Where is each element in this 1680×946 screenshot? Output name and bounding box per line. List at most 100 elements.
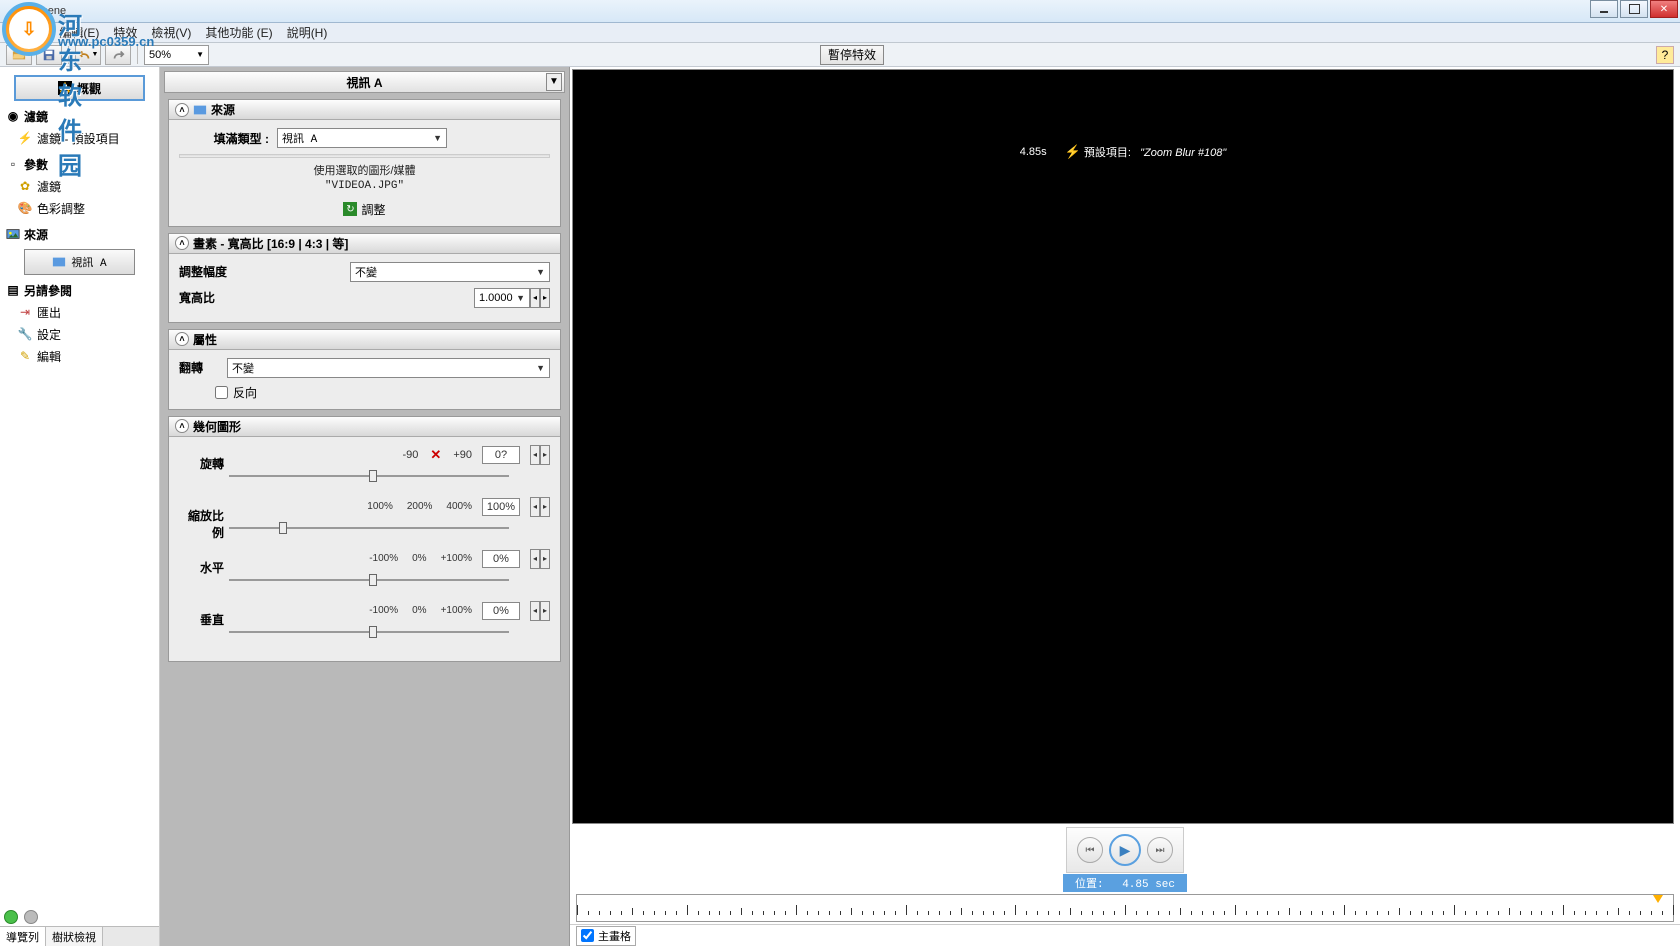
collapse-icon[interactable]: ˄ bbox=[175, 236, 189, 250]
step-forward-button[interactable]: ⏭ bbox=[1147, 837, 1173, 863]
collapse-icon[interactable]: ˄ bbox=[175, 419, 189, 433]
h-label: 水平 bbox=[179, 559, 224, 576]
params-color[interactable]: 🎨 色彩調整 bbox=[0, 197, 159, 219]
flip-combo[interactable]: 不變▼ bbox=[227, 358, 550, 378]
scale-value[interactable]: 100% bbox=[482, 498, 520, 516]
fill-type-combo[interactable]: 視訊 A▼ bbox=[277, 128, 447, 148]
save-button[interactable] bbox=[36, 45, 62, 65]
tab-tree[interactable]: 樹狀檢視 bbox=[46, 927, 103, 946]
menu-effect[interactable]: 特效 bbox=[113, 24, 137, 41]
settings-item[interactable]: 🔧 設定 bbox=[0, 323, 159, 345]
h-spin-down[interactable]: ◂ bbox=[530, 549, 540, 569]
v-spin-down[interactable]: ◂ bbox=[530, 601, 540, 621]
menu-edit[interactable]: 編輯(E) bbox=[59, 24, 99, 41]
lightning-icon: ⚡ bbox=[1065, 144, 1081, 159]
maximize-button[interactable] bbox=[1620, 0, 1648, 18]
menu-other[interactable]: 其他功能 (E) bbox=[205, 24, 272, 41]
h-spin-up[interactable]: ▸ bbox=[540, 549, 550, 569]
params-filter[interactable]: ✿ 濾鏡 bbox=[0, 175, 159, 197]
step-back-button[interactable]: ⏮ bbox=[1077, 837, 1103, 863]
rotate-spin-up[interactable]: ▸ bbox=[540, 445, 550, 465]
reset-rotate[interactable]: ✕ bbox=[430, 447, 441, 463]
rotate-spin-down[interactable]: ◂ bbox=[530, 445, 540, 465]
rotate-label: 旋轉 bbox=[179, 455, 224, 472]
v-spin-up[interactable]: ▸ bbox=[540, 601, 550, 621]
pause-effect-button[interactable]: 暫停特效 bbox=[820, 45, 884, 65]
params-header: ▫ 參數 bbox=[0, 153, 159, 175]
ratio-spin-up[interactable]: ▸ bbox=[540, 288, 550, 308]
lightning-icon: ⚡ bbox=[18, 131, 32, 145]
export-item[interactable]: ⇥ 匯出 bbox=[0, 301, 159, 323]
palette-icon: 🎨 bbox=[18, 201, 32, 215]
adjust-link[interactable]: ↻ 調整 bbox=[179, 201, 550, 218]
window-title-bar: Vitascene ✕ bbox=[0, 0, 1680, 23]
rotate-value[interactable]: 0? bbox=[482, 446, 520, 464]
geometry-panel: ˄ 幾何圖形 -90 ✕ +90 0? ◂▸ 旋轉 bbox=[168, 416, 561, 662]
close-button[interactable]: ✕ bbox=[1650, 0, 1678, 18]
transport-controls: ⏮ ▶ ⏭ bbox=[570, 826, 1680, 874]
mainframe-checkbox[interactable]: 主畫格 bbox=[576, 926, 636, 946]
ratio-spin-down[interactable]: ◂ bbox=[530, 288, 540, 308]
scale-slider[interactable] bbox=[229, 521, 509, 535]
h-slider[interactable] bbox=[229, 573, 509, 587]
zoom-combo[interactable]: 50%▼ bbox=[144, 45, 209, 65]
ratio-input[interactable]: 1.0000▼ bbox=[474, 288, 530, 308]
v-value[interactable]: 0% bbox=[482, 602, 520, 620]
aspect-title: 畫素 - 寬高比 [16:9 | 4:3 | 等] bbox=[193, 235, 348, 252]
mid-header-dropdown[interactable]: ▼ bbox=[546, 73, 562, 91]
source-video-button[interactable]: 視訊 A bbox=[24, 249, 135, 275]
open-button[interactable] bbox=[6, 45, 32, 65]
preview-area: 4.85s ⚡ 預設項目: "Zoom Blur #108" ⏮ ▶ ⏭ 位置:… bbox=[570, 67, 1680, 946]
editor-item[interactable]: ✎ 編輯 bbox=[0, 345, 159, 367]
overview-button[interactable]: 概觀 bbox=[14, 75, 145, 101]
collapse-icon[interactable]: ˄ bbox=[175, 332, 189, 346]
source-panel: ˄ 來源 填滿類型 : 視訊 A▼ 使用選取的圖形/媒體 "VIDEOA.JPG… bbox=[168, 99, 561, 227]
video-icon bbox=[52, 255, 66, 269]
attribute-panel: ˄ 屬性 翻轉 不變▼ 反向 bbox=[168, 329, 561, 410]
menu-file[interactable]: 檔案(F) bbox=[6, 24, 45, 41]
menu-help[interactable]: 說明(H) bbox=[287, 24, 328, 41]
square-icon: ▫ bbox=[6, 157, 20, 171]
attr-title: 屬性 bbox=[193, 331, 217, 348]
export-icon: ⇥ bbox=[18, 305, 32, 319]
properties-panel: 視訊 A ▼ ˄ 來源 填滿類型 : 視訊 A▼ 使用選取的圖形/媒體 "VID… bbox=[160, 67, 570, 946]
h-value[interactable]: 0% bbox=[482, 550, 520, 568]
scale-label: 縮放比例 bbox=[179, 507, 224, 541]
position-indicator: 位置: 4.85 sec bbox=[570, 874, 1680, 892]
minimize-button[interactable] bbox=[1590, 0, 1618, 18]
redo-button[interactable] bbox=[105, 45, 131, 65]
source-header: 來源 bbox=[0, 223, 159, 245]
geom-title: 幾何圖形 bbox=[193, 418, 241, 435]
reverse-label: 反向 bbox=[233, 384, 257, 401]
filter-presets[interactable]: ⚡ 濾鏡 - 預設項目 bbox=[0, 127, 159, 149]
source-title: 來源 bbox=[211, 101, 235, 118]
adjust-icon: ↻ bbox=[343, 202, 357, 216]
overview-icon bbox=[58, 81, 72, 95]
see-also-header: ▤ 另請參閱 bbox=[0, 279, 159, 301]
aspect-panel: ˄ 畫素 - 寬高比 [16:9 | 4:3 | 等] 調整幅度 不變▼ 寬高比… bbox=[168, 233, 561, 323]
playhead-icon[interactable] bbox=[1653, 895, 1663, 903]
status-dot-gray bbox=[24, 910, 38, 924]
adjust-range-label: 調整幅度 bbox=[179, 263, 239, 280]
rotate-slider[interactable] bbox=[229, 469, 509, 483]
v-slider[interactable] bbox=[229, 625, 509, 639]
scale-spin-up[interactable]: ▸ bbox=[540, 497, 550, 517]
wrench-icon: 🔧 bbox=[18, 327, 32, 341]
ratio-label: 寬高比 bbox=[179, 289, 239, 306]
toolbar: ▼ 50%▼ 暫停特效 ? bbox=[0, 43, 1680, 67]
tab-nav[interactable]: 導覽列 bbox=[0, 927, 46, 946]
undo-button[interactable]: ▼ bbox=[75, 45, 101, 65]
help-icon[interactable]: ? bbox=[1656, 46, 1674, 64]
window-title: Vitascene bbox=[18, 5, 66, 17]
timeline[interactable] bbox=[576, 894, 1674, 922]
scale-spin-down[interactable]: ◂ bbox=[530, 497, 540, 517]
play-button[interactable]: ▶ bbox=[1109, 834, 1141, 866]
mid-header: 視訊 A ▼ bbox=[164, 71, 565, 93]
gear-icon: ✿ bbox=[18, 179, 32, 193]
pencil-icon: ✎ bbox=[18, 349, 32, 363]
menu-view[interactable]: 檢視(V) bbox=[151, 24, 191, 41]
collapse-icon[interactable]: ˄ bbox=[175, 103, 189, 117]
source-info: 使用選取的圖形/媒體 "VIDEOA.JPG" bbox=[179, 164, 550, 195]
reverse-checkbox[interactable] bbox=[215, 386, 228, 399]
adjust-range-combo[interactable]: 不變▼ bbox=[350, 262, 550, 282]
